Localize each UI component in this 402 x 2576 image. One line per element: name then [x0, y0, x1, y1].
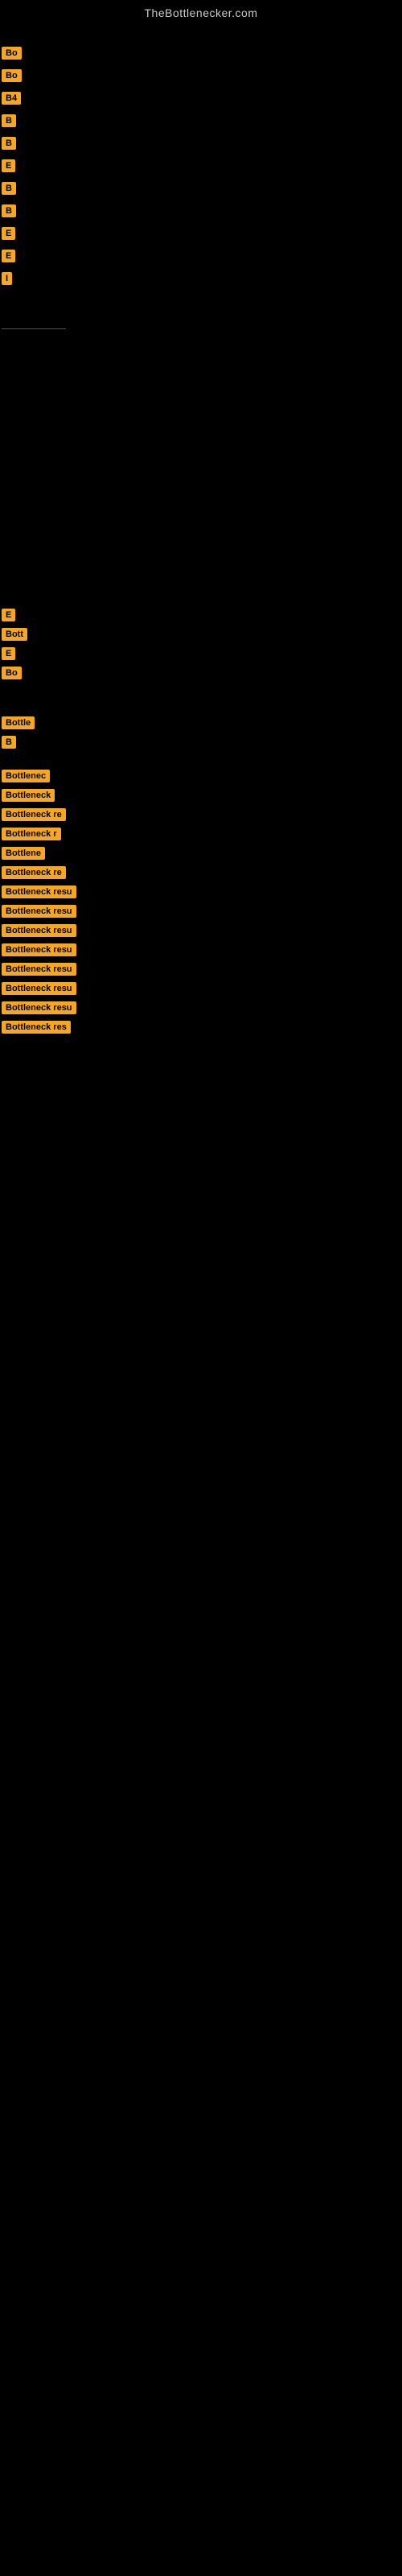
badge-bottleneck-res: Bottleneck res — [2, 1021, 71, 1034]
badge-bottleneck-re-1: Bottleneck re — [2, 808, 66, 821]
badge-b-4: B — [2, 204, 16, 217]
badge-bottleneck-r: Bottleneck r — [2, 828, 61, 840]
badge-bottlene: Bottlene — [2, 847, 45, 860]
page-container: TheBottlenecker.com Bo Bo B4 B B E B B E… — [0, 0, 402, 2576]
chart-line — [2, 328, 66, 329]
badge-bottleneck-resu-1: Bottleneck resu — [2, 886, 76, 898]
badge-bo-1: Bo — [2, 47, 22, 60]
badge-b-1: B — [2, 114, 16, 127]
badge-b-bottom: B — [2, 736, 16, 749]
badge-bottleneck-resu-3: Bottleneck resu — [2, 924, 76, 937]
badge-b4: B4 — [2, 92, 21, 105]
badge-bottleneck-re-2: Bottleneck re — [2, 866, 66, 879]
badge-bottleneck-resu-6: Bottleneck resu — [2, 982, 76, 995]
badge-bottleneck: Bottleneck — [2, 789, 55, 802]
badge-bo-2: Bo — [2, 69, 22, 82]
badge-bott: Bott — [2, 628, 27, 641]
badge-i: I — [2, 272, 12, 285]
chart-area: Bo Bo B4 B B E B B E E I — [0, 23, 402, 586]
badge-b-3: B — [2, 182, 16, 195]
site-title: TheBottlenecker.com — [0, 0, 402, 23]
badge-b-2: B — [2, 137, 16, 150]
badge-bottlenec: Bottlenec — [2, 770, 50, 782]
badge-e-2: E — [2, 227, 15, 240]
badge-bottle: Bottle — [2, 716, 35, 729]
badge-e-3: E — [2, 250, 15, 262]
badge-bottleneck-resu-7: Bottleneck resu — [2, 1001, 76, 1014]
badge-bottleneck-resu-4: Bottleneck resu — [2, 943, 76, 956]
badge-e-bottom: E — [2, 609, 15, 621]
badge-bo-bottom: Bo — [2, 667, 22, 679]
badge-bottleneck-resu-5: Bottleneck resu — [2, 963, 76, 976]
badge-e-1: E — [2, 159, 15, 172]
badge-bottleneck-resu-2: Bottleneck resu — [2, 905, 76, 918]
spacer-2 — [0, 755, 402, 763]
spacer-1 — [0, 686, 402, 710]
badge-e-2-bottom: E — [2, 647, 15, 660]
bottom-area: E Bott E Bo Bottle B Bottlenec Bottlenec… — [0, 586, 402, 1034]
